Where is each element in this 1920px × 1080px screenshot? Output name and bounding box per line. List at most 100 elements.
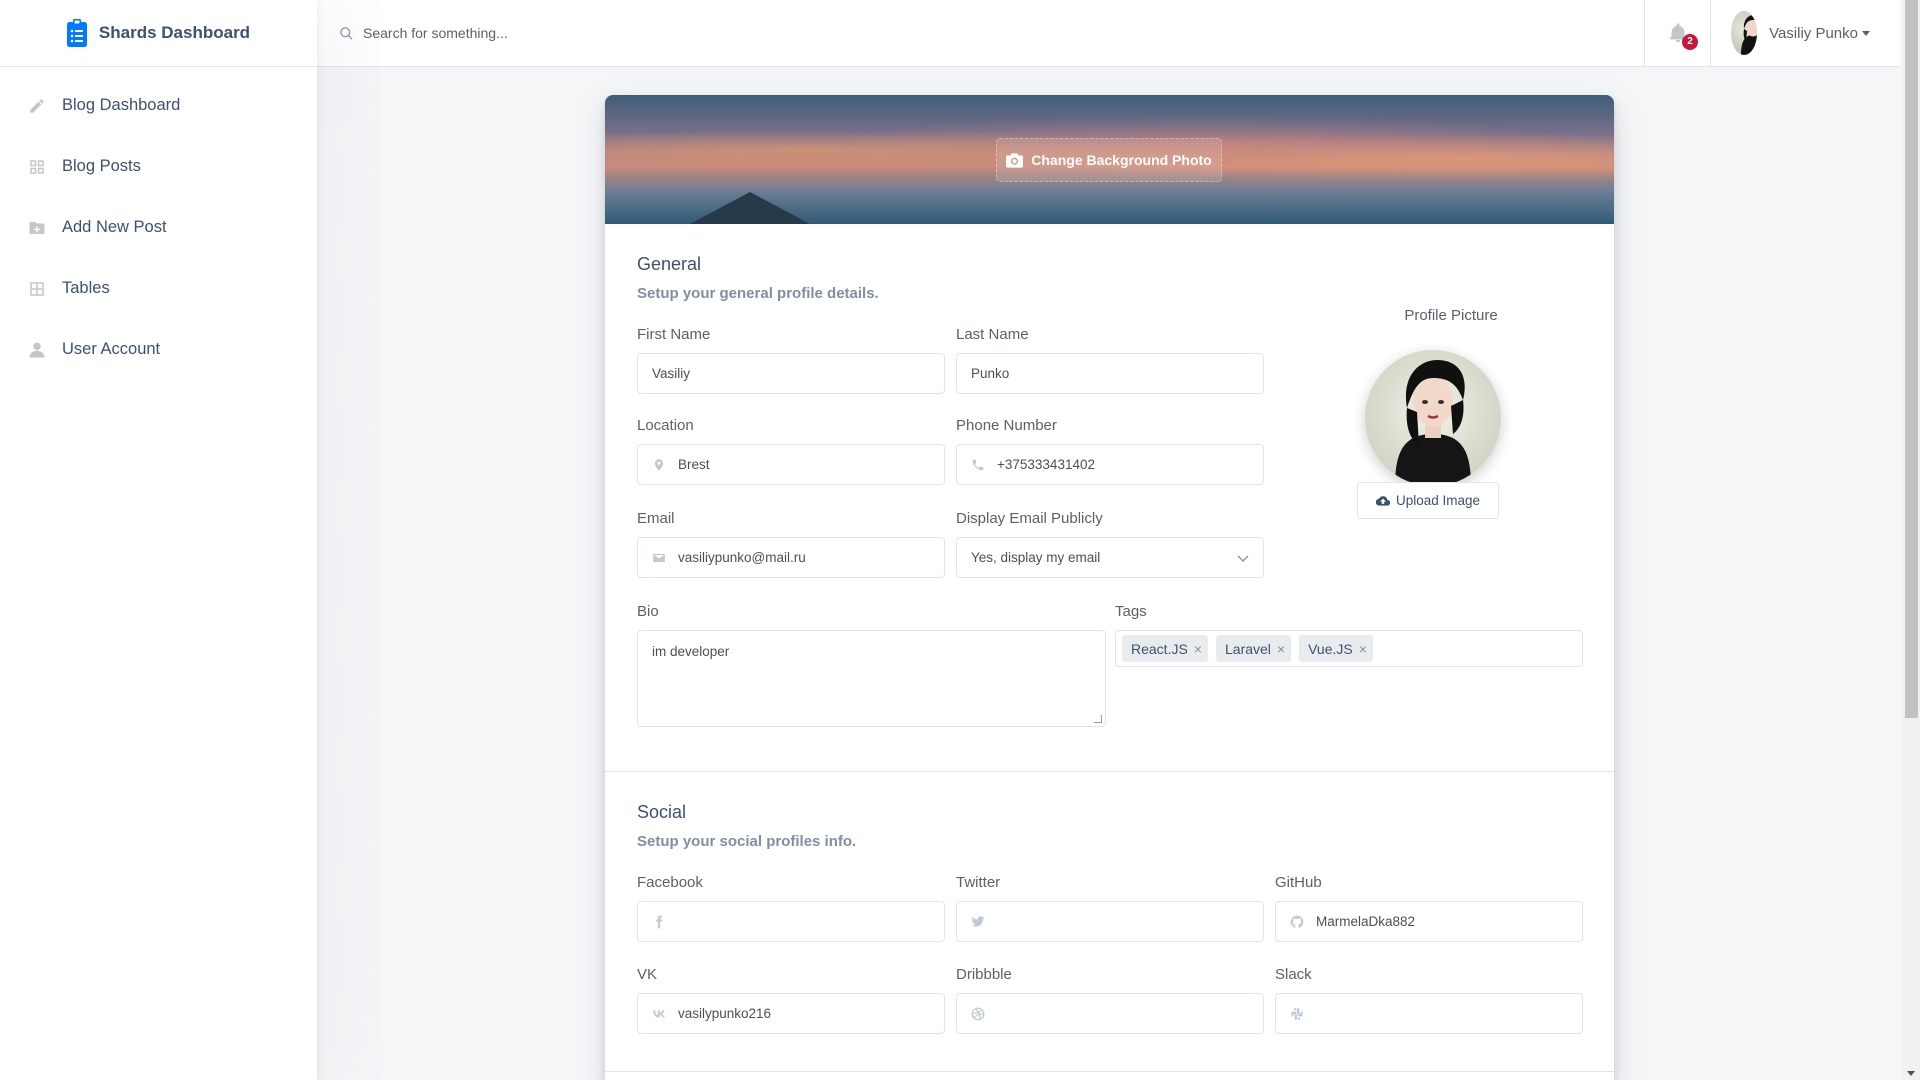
slack-icon — [1290, 1007, 1304, 1021]
github-icon — [1290, 915, 1304, 929]
vk-input[interactable]: vasilypunko216 — [637, 993, 945, 1034]
phone-group: Phone Number +375333431402 — [956, 417, 1264, 485]
search-bar — [317, 0, 1644, 66]
profile-picture — [1365, 350, 1501, 486]
grid-icon — [28, 158, 46, 176]
tag-item: Vue.JS × — [1299, 635, 1373, 662]
email-group: Email vasiliypunko@mail.ru — [637, 510, 945, 578]
topbar: 2 Vasiliy Punko — [317, 0, 1900, 67]
phone-icon — [971, 458, 985, 472]
clipboard-logo-icon — [66, 19, 87, 47]
sidebar-item-tables[interactable]: Tables — [0, 258, 317, 319]
email-value: vasiliypunko@mail.ru — [678, 550, 806, 565]
change-background-label: Change Background Photo — [1031, 152, 1212, 168]
display-email-value: Yes, display my email — [971, 550, 1101, 565]
location-group: Location Brest — [637, 417, 945, 485]
first-name-input[interactable]: Vasiliy — [637, 353, 945, 394]
email-label: Email — [637, 510, 675, 527]
sidebar-item-label: Blog Posts — [62, 157, 141, 175]
first-name-label: First Name — [637, 326, 711, 343]
table-icon — [28, 280, 46, 298]
last-name-label: Last Name — [956, 326, 1029, 343]
tag-item: Laravel × — [1216, 635, 1292, 662]
user-profile-card: Change Background Photo General Setup yo… — [605, 95, 1614, 1080]
tag-label: Laravel — [1225, 640, 1271, 657]
bio-label: Bio — [637, 603, 659, 620]
page-scrollbar[interactable] — [1903, 0, 1920, 1080]
slack-group: Slack — [1275, 966, 1583, 1034]
sidebar-item-label: Add New Post — [62, 218, 167, 236]
brand[interactable]: Shards Dashboard — [0, 0, 317, 67]
profile-picture-label: Profile Picture — [1404, 307, 1498, 324]
sidebar-item-user-account[interactable]: User Account — [0, 319, 317, 380]
first-name-value: Vasiliy — [652, 366, 691, 381]
phone-label: Phone Number — [956, 417, 1057, 434]
dribbble-group: Dribbble — [956, 966, 1264, 1034]
last-name-input[interactable]: Punko — [956, 353, 1264, 394]
search-icon — [340, 26, 353, 40]
tags-label: Tags — [1115, 603, 1147, 620]
social-title: Social — [637, 802, 687, 822]
sidebar-item-label: Blog Dashboard — [62, 96, 181, 114]
vk-value: vasilypunko216 — [678, 1006, 772, 1021]
sidebar-item-blog-posts[interactable]: Blog Posts — [0, 136, 317, 197]
folder-plus-icon — [28, 219, 46, 237]
tags-input[interactable]: React.JS × Laravel × Vue.JS × — [1115, 630, 1583, 667]
pencil-icon — [28, 97, 46, 115]
facebook-icon — [652, 915, 666, 929]
last-name-group: Last Name Punko — [956, 326, 1264, 394]
caret-down-icon — [1862, 30, 1870, 36]
social-section: Social Setup your social profiles info. … — [605, 772, 1614, 1072]
facebook-input[interactable] — [637, 901, 945, 942]
cloud-upload-icon — [1375, 495, 1390, 506]
user-menu[interactable]: Vasiliy Punko — [1710, 0, 1900, 67]
camera-icon — [1006, 152, 1024, 168]
slack-label: Slack — [1275, 966, 1312, 983]
github-input[interactable]: MarmelaDka882 — [1275, 901, 1583, 942]
banner-mountain — [690, 192, 810, 224]
location-label: Location — [637, 417, 694, 434]
upload-image-button[interactable]: Upload Image — [1357, 482, 1499, 519]
remove-tag-icon[interactable]: × — [1194, 641, 1202, 657]
sidebar-nav: Blog Dashboard Blog Posts Add New Post T… — [0, 67, 317, 380]
tags-group: Tags React.JS × Laravel × Vue.JS × — [1115, 603, 1583, 667]
dribbble-icon — [971, 1007, 985, 1021]
search-input[interactable] — [363, 25, 963, 41]
email-input[interactable]: vasiliypunko@mail.ru — [637, 537, 945, 578]
avatar — [1731, 11, 1758, 55]
person-icon — [28, 341, 46, 359]
tag-label: Vue.JS — [1308, 640, 1353, 657]
notification-badge: 2 — [1682, 33, 1698, 50]
display-email-group: Display Email Publicly Yes, display my e… — [956, 510, 1264, 578]
notifications-button[interactable]: 2 — [1644, 0, 1710, 67]
chevron-down-icon — [1237, 554, 1249, 562]
github-value: MarmelaDka882 — [1316, 914, 1416, 929]
remove-tag-icon[interactable]: × — [1359, 641, 1367, 657]
facebook-group: Facebook — [637, 874, 945, 942]
scrollbar-thumb[interactable] — [1905, 0, 1918, 718]
change-background-button[interactable]: Change Background Photo — [996, 138, 1222, 182]
sidebar-item-label: Tables — [62, 279, 110, 297]
facebook-label: Facebook — [637, 874, 703, 891]
bio-textarea[interactable]: im developer — [637, 630, 1106, 727]
location-value: Brest — [678, 457, 710, 472]
remove-tag-icon[interactable]: × — [1277, 641, 1285, 657]
location-input[interactable]: Brest — [637, 444, 945, 485]
phone-value: +375333431402 — [997, 457, 1095, 472]
twitter-input[interactable] — [956, 901, 1264, 942]
brand-name: Shards Dashboard — [98, 23, 251, 42]
first-name-group: First Name Vasiliy — [637, 326, 945, 394]
sidebar-item-label: User Account — [62, 340, 161, 358]
sidebar-item-blog-dashboard[interactable]: Blog Dashboard — [0, 75, 317, 136]
resize-handle-icon[interactable] — [1094, 715, 1102, 723]
display-email-select[interactable]: Yes, display my email — [956, 537, 1264, 578]
slack-input[interactable] — [1275, 993, 1583, 1034]
phone-input[interactable]: +375333431402 — [956, 444, 1264, 485]
dribbble-input[interactable] — [956, 993, 1264, 1034]
scroll-down-arrow-icon[interactable] — [1907, 1071, 1915, 1076]
sidebar-item-add-new-post[interactable]: Add New Post — [0, 197, 317, 258]
tag-item: React.JS × — [1122, 635, 1208, 662]
general-subtitle: Setup your general profile details. — [637, 285, 879, 302]
vk-label: VK — [637, 966, 658, 983]
vk-group: VK vasilypunko216 — [637, 966, 945, 1034]
